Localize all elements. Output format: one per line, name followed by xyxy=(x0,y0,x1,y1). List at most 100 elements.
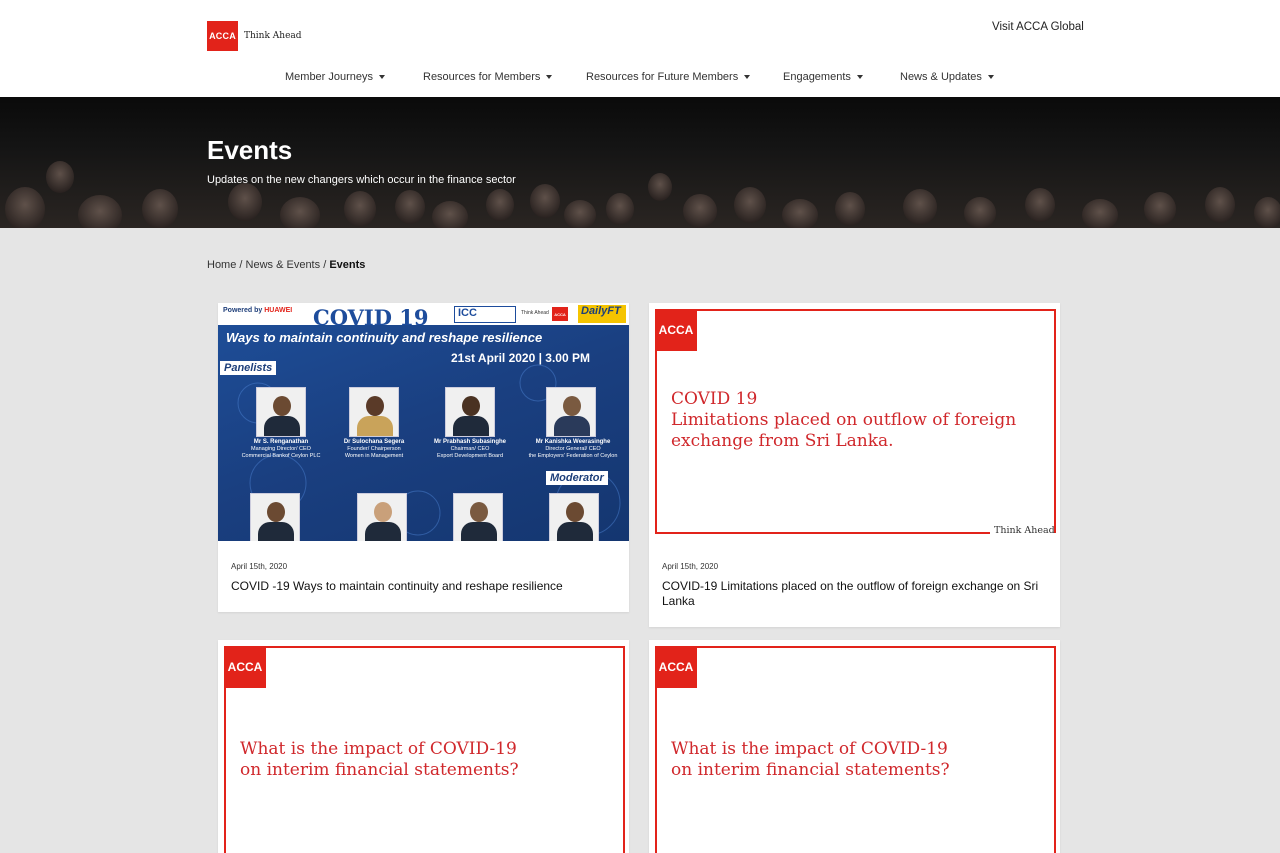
slide-frame xyxy=(684,309,1056,311)
nav-resources-future-members[interactable]: Resources for Future Members xyxy=(586,71,751,83)
slide-line: What is the impact of COVID-19 xyxy=(671,739,948,759)
panelist-name: Dr Sulochana Segera xyxy=(343,439,405,445)
caret-down-icon xyxy=(987,75,994,79)
acca-mini-logo: ACCA xyxy=(552,307,568,321)
slide-line: Limitations placed on outflow of foreign xyxy=(671,410,1017,430)
slide-frame xyxy=(655,348,657,533)
covid-webinar-banner-image: Powered by HUAWEI COVID 19 ICC Think Ahe… xyxy=(218,303,629,541)
logo-mark: ACCA xyxy=(207,21,238,51)
nav-news-updates[interactable]: News & Updates xyxy=(900,71,994,83)
panelist-role: Managing Director/ CEO xyxy=(251,446,311,452)
think-ahead-mini: Think Ahead xyxy=(521,310,549,316)
nav-label: Resources for Members xyxy=(423,71,541,83)
breadcrumb-separator: / xyxy=(323,259,327,271)
breadcrumb-news-events[interactable]: News & Events xyxy=(246,259,321,271)
event-title[interactable]: COVID-19 Limitations placed on the outfl… xyxy=(662,579,1052,609)
nav-engagements[interactable]: Engagements xyxy=(783,71,863,83)
icc-logo: ICC xyxy=(454,306,516,323)
acca-slide-image: ACCA COVID 19 Limitations placed on outf… xyxy=(649,303,1060,541)
site-header: ACCA Think Ahead Visit ACCA Global Membe… xyxy=(0,0,1280,97)
panelist-name: Mr Kanishka Weerasinghe xyxy=(535,439,611,445)
nav-resources-for-members[interactable]: Resources for Members xyxy=(423,71,553,83)
event-card[interactable]: ACCA COVID 19 Limitations placed on outf… xyxy=(649,303,1060,627)
panelist-name: Mr S. Renganathan xyxy=(253,439,309,445)
panelist-caption: Mr Prabhash Subasinghe Chairman/ CEO Exp… xyxy=(420,439,520,460)
nav-label: News & Updates xyxy=(900,71,982,83)
audience-background-image xyxy=(5,161,1280,228)
slide-frame xyxy=(655,685,657,853)
panelist-photo xyxy=(546,387,596,437)
event-card[interactable]: Powered by HUAWEI COVID 19 ICC Think Ahe… xyxy=(218,303,629,612)
slide-frame xyxy=(1054,309,1056,533)
powered-by-label: Powered by HUAWEI xyxy=(223,307,292,314)
banner-title: COVID 19 xyxy=(313,305,429,330)
panelist-caption: Mr Kanishka Weerasinghe Director General… xyxy=(518,439,628,460)
panelist-photo xyxy=(445,387,495,437)
panelist-org: Women in Management xyxy=(344,453,404,459)
banner-subtitle: Ways to maintain continuity and reshape … xyxy=(226,330,543,345)
slide-tagline: Think Ahead xyxy=(994,525,1055,536)
caret-down-icon xyxy=(546,75,553,79)
acca-logo[interactable]: ACCA Think Ahead xyxy=(207,21,302,51)
slide-line: What is the impact of COVID-19 xyxy=(240,739,517,759)
main-nav: Member Journeys Resources for Members Re… xyxy=(0,71,1280,87)
nav-label: Resources for Future Members xyxy=(586,71,739,83)
slide-frame xyxy=(623,646,625,853)
slide-frame xyxy=(655,532,990,534)
panelist-photo xyxy=(453,493,503,541)
slide-frame xyxy=(684,646,1056,648)
caret-down-icon xyxy=(856,75,863,79)
moderator-photo xyxy=(549,493,599,541)
event-card[interactable]: ACCA What is the impact of COVID-19 on i… xyxy=(218,640,629,853)
panelist-role: Founder/ Chairperson xyxy=(347,446,401,452)
acca-slide-image: ACCA What is the impact of COVID-19 on i… xyxy=(218,640,629,853)
slide-line: exchange from Sri Lanka. xyxy=(671,431,894,451)
page-subtitle: Updates on the new changers which occur … xyxy=(207,174,516,186)
slide-line: on interim financial statements? xyxy=(240,760,519,780)
nav-label: Member Journeys xyxy=(285,71,374,83)
breadcrumb: Home / News & Events / Events xyxy=(207,259,365,271)
breadcrumb-home[interactable]: Home xyxy=(207,259,236,271)
caret-down-icon xyxy=(379,75,386,79)
acca-slide-logo: ACCA xyxy=(655,646,697,688)
dailyft-logo: DailyFT xyxy=(578,305,626,323)
visit-acca-global-link[interactable]: Visit ACCA Global xyxy=(992,21,1084,33)
moderator-label: Moderator xyxy=(546,471,608,485)
acca-slide-image: ACCA What is the impact of COVID-19 on i… xyxy=(649,640,1060,853)
event-card[interactable]: ACCA What is the impact of COVID-19 on i… xyxy=(649,640,1060,853)
panelist-role: Chairman/ CEO xyxy=(450,446,490,452)
breadcrumb-separator: / xyxy=(239,259,243,271)
logo-tagline: Think Ahead xyxy=(244,31,302,41)
slide-line: COVID 19 xyxy=(671,389,758,409)
acca-slide-logo: ACCA xyxy=(655,309,697,351)
slide-line: on interim financial statements? xyxy=(671,760,950,780)
panelist-org: Commercial Bankof Ceylon PLC xyxy=(241,453,321,459)
event-title[interactable]: COVID -19 Ways to maintain continuity an… xyxy=(231,579,621,594)
panelist-role: Director General/ CEO xyxy=(545,446,601,452)
panelist-photo xyxy=(256,387,306,437)
panelist-photo xyxy=(357,493,407,541)
hero-banner: Events Updates on the new changers which… xyxy=(0,97,1280,228)
breadcrumb-current: Events xyxy=(329,259,366,271)
panelist-caption: Mr S. Renganathan Managing Director/ CEO… xyxy=(228,439,334,460)
slide-frame xyxy=(253,646,625,648)
panelist-org: Export Development Board xyxy=(436,453,504,459)
slide-frame xyxy=(1054,646,1056,853)
panelist-caption: Dr Sulochana Segera Founder/ Chairperson… xyxy=(326,439,422,460)
nav-member-journeys[interactable]: Member Journeys xyxy=(285,71,386,83)
huawei-logo: HUAWEI xyxy=(264,307,293,314)
slide-frame xyxy=(224,685,226,853)
panelist-photo xyxy=(349,387,399,437)
caret-down-icon xyxy=(744,75,751,79)
event-date: April 15th, 2020 xyxy=(231,562,288,571)
panelist-name: Mr Prabhash Subasinghe xyxy=(433,439,506,445)
banner-date: 21st April 2020 | 3.00 PM xyxy=(451,351,590,365)
panelist-photo xyxy=(250,493,300,541)
acca-slide-logo: ACCA xyxy=(224,646,266,688)
powered-text: Powered by xyxy=(223,307,263,314)
event-date: April 15th, 2020 xyxy=(662,562,719,571)
nav-label: Engagements xyxy=(783,71,851,83)
page-title: Events xyxy=(207,135,293,165)
panelist-org: the Employers' Federation of Ceylon xyxy=(528,453,618,459)
panelists-label: Panelists xyxy=(220,361,277,375)
